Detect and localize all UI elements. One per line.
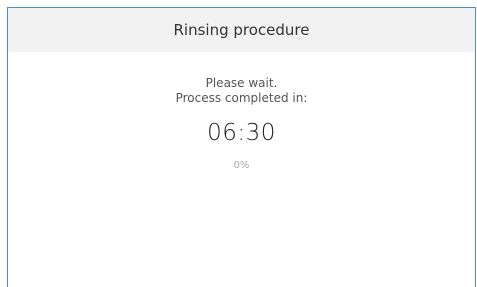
wait-message: Please wait. (205, 76, 278, 90)
rinsing-dialog: Rinsing procedure Please wait. Process c… (7, 7, 476, 287)
dialog-title: Rinsing procedure (173, 21, 310, 39)
process-completed-label: Process completed in: (175, 91, 308, 105)
dialog-header: Rinsing procedure (8, 8, 475, 52)
countdown-timer: 06:30 (207, 120, 276, 146)
dialog-content: Please wait. Process completed in: 06:30… (8, 76, 475, 171)
progress-percent: 0% (233, 160, 250, 171)
